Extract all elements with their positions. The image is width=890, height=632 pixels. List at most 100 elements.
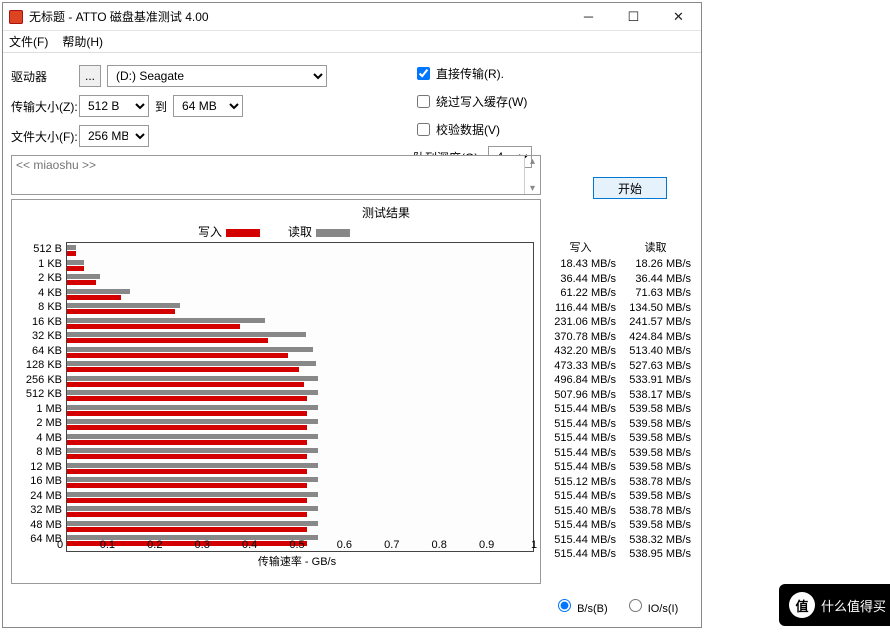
transfer-size-label: 传输大小(Z): xyxy=(11,98,79,115)
bar-write xyxy=(67,512,307,517)
cell-write: 515.44 MB/s xyxy=(543,431,618,446)
bar-pair xyxy=(67,477,533,489)
bar-pair xyxy=(67,405,533,417)
transfer-size-from-select[interactable]: 512 B xyxy=(79,95,149,117)
chart-y-label: 4 KB xyxy=(18,286,66,301)
verify-data-checkbox[interactable]: 校验数据(V) xyxy=(413,115,673,143)
cell-write: 61.22 MB/s xyxy=(543,286,618,301)
bar-write xyxy=(67,469,307,474)
bar-write xyxy=(67,309,175,314)
bar-write xyxy=(67,338,268,343)
bar-write xyxy=(67,483,307,488)
data-col-write-header: 写入 xyxy=(543,239,618,255)
bar-pair xyxy=(67,332,533,344)
bar-read xyxy=(67,448,318,453)
direct-transfer-checkbox[interactable]: 直接传输(R). xyxy=(413,59,673,87)
table-row: 515.44 MB/s539.58 MB/s xyxy=(543,417,693,432)
description-input[interactable] xyxy=(12,156,524,194)
data-col-read-header: 读取 xyxy=(618,239,693,255)
description-scrollbar[interactable]: ▴▾ xyxy=(524,156,540,194)
bar-pair xyxy=(67,245,533,257)
chart-x-tick: 1 xyxy=(531,539,537,551)
bar-pair xyxy=(67,376,533,388)
drive-select[interactable]: (D:) Seagate xyxy=(107,65,327,87)
maximize-button[interactable]: ☐ xyxy=(611,3,656,31)
bypass-cache-label: 绕过写入缓存(W) xyxy=(436,93,527,110)
bar-write xyxy=(67,353,288,358)
bar-read xyxy=(67,506,318,511)
bar-write xyxy=(67,396,307,401)
close-button[interactable]: ✕ xyxy=(656,3,701,31)
bar-pair xyxy=(67,448,533,460)
bar-read xyxy=(67,303,180,308)
bar-write xyxy=(67,454,307,459)
chart-y-label: 16 KB xyxy=(18,315,66,330)
bar-write xyxy=(67,411,307,416)
watermark-icon: 值 xyxy=(789,592,815,618)
bar-write xyxy=(67,324,240,329)
bar-pair xyxy=(67,390,533,402)
table-row: 496.84 MB/s533.91 MB/s xyxy=(543,373,693,388)
bar-read xyxy=(67,390,318,395)
cell-write: 515.44 MB/s xyxy=(543,460,618,475)
bar-write xyxy=(67,382,304,387)
file-size-label: 文件大小(F): xyxy=(11,128,79,145)
cell-read: 539.58 MB/s xyxy=(618,518,693,533)
bypass-cache-checkbox[interactable]: 绕过写入缓存(W) xyxy=(413,87,673,115)
unit-ios-radio[interactable]: IO/s(I) xyxy=(624,596,679,615)
bar-read xyxy=(67,463,318,468)
file-size-select[interactable]: 256 MB xyxy=(79,125,149,147)
chart-x-tick: 0.5 xyxy=(289,539,304,551)
table-row: 61.22 MB/s71.63 MB/s xyxy=(543,286,693,301)
bar-read xyxy=(67,419,318,424)
cell-write: 370.78 MB/s xyxy=(543,330,618,345)
bar-pair xyxy=(67,303,533,315)
cell-write: 515.44 MB/s xyxy=(543,402,618,417)
table-row: 515.44 MB/s538.32 MB/s xyxy=(543,533,693,548)
app-icon xyxy=(9,10,23,24)
bar-pair xyxy=(67,260,533,272)
bar-read xyxy=(67,289,130,294)
chart-y-label: 1 KB xyxy=(18,257,66,272)
bar-write xyxy=(67,280,96,285)
unit-bs-radio[interactable]: B/s(B) xyxy=(553,596,608,615)
menu-file[interactable]: 文件(F) xyxy=(9,33,48,50)
cell-read: 71.63 MB/s xyxy=(618,286,693,301)
chart-y-label: 12 MB xyxy=(18,460,66,475)
table-row: 116.44 MB/s134.50 MB/s xyxy=(543,301,693,316)
bar-pair xyxy=(67,434,533,446)
cell-read: 533.91 MB/s xyxy=(618,373,693,388)
results-panel: 测试结果 写入 读取 512 B1 KB2 KB4 KB8 KB16 KB32 … xyxy=(11,199,541,584)
chart-y-label: 24 MB xyxy=(18,489,66,504)
titlebar: 无标题 - ATTO 磁盘基准测试 4.00 ─ ☐ ✕ xyxy=(3,3,701,31)
cell-read: 539.58 MB/s xyxy=(618,431,693,446)
bypass-cache-input[interactable] xyxy=(417,95,430,108)
cell-write: 116.44 MB/s xyxy=(543,301,618,316)
cell-read: 539.58 MB/s xyxy=(618,460,693,475)
cell-write: 515.44 MB/s xyxy=(543,547,618,562)
table-row: 515.44 MB/s539.58 MB/s xyxy=(543,489,693,504)
verify-data-input[interactable] xyxy=(417,123,430,136)
cell-read: 36.44 MB/s xyxy=(618,272,693,287)
direct-transfer-input[interactable] xyxy=(417,67,430,80)
legend-read: 读取 xyxy=(288,223,354,240)
verify-data-label: 校验数据(V) xyxy=(436,121,500,138)
chart-y-label: 2 MB xyxy=(18,416,66,431)
chart-bars xyxy=(66,242,534,552)
cell-write: 515.40 MB/s xyxy=(543,504,618,519)
menu-help[interactable]: 帮助(H) xyxy=(62,33,103,50)
app-window: 无标题 - ATTO 磁盘基准测试 4.00 ─ ☐ ✕ 文件(F) 帮助(H)… xyxy=(2,2,702,628)
cell-read: 538.78 MB/s xyxy=(618,504,693,519)
cell-read: 538.17 MB/s xyxy=(618,388,693,403)
table-row: 473.33 MB/s527.63 MB/s xyxy=(543,359,693,374)
chart-x-label: 传输速率 - GB/s xyxy=(60,553,534,569)
cell-read: 539.58 MB/s xyxy=(618,446,693,461)
transfer-size-to-select[interactable]: 64 MB xyxy=(173,95,243,117)
cell-write: 515.44 MB/s xyxy=(543,446,618,461)
table-row: 432.20 MB/s513.40 MB/s xyxy=(543,344,693,359)
start-button[interactable]: 开始 xyxy=(593,177,667,199)
table-row: 515.44 MB/s539.58 MB/s xyxy=(543,460,693,475)
table-row: 515.44 MB/s539.58 MB/s xyxy=(543,431,693,446)
drive-browse-button[interactable]: ... xyxy=(79,65,101,87)
minimize-button[interactable]: ─ xyxy=(566,3,611,31)
